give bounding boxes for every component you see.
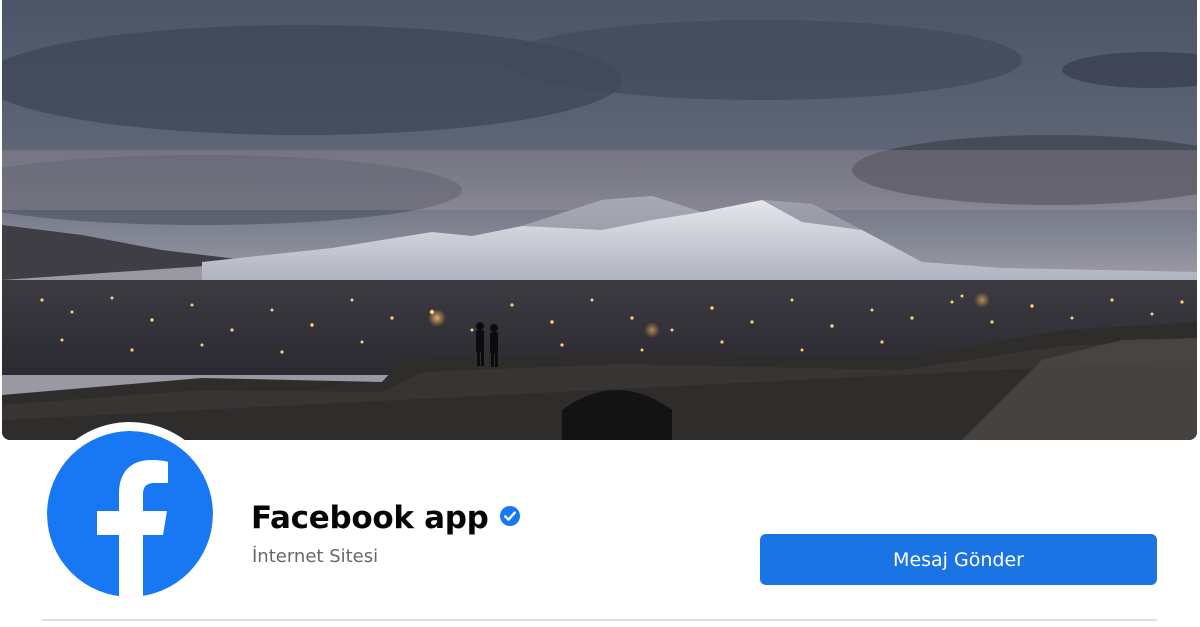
verified-badge-icon [499, 506, 520, 526]
send-message-button[interactable]: Mesaj Gönder [760, 534, 1157, 585]
divider [42, 619, 1157, 621]
facebook-logo-icon [47, 431, 213, 597]
avatar[interactable] [47, 431, 213, 597]
cover-landscape-image [2, 0, 1197, 440]
page-title: Facebook app [251, 500, 489, 536]
page-category: İnternet Sitesi [252, 546, 379, 567]
profile-page: Facebook app İnternet Sitesi Mesaj Gönde… [0, 0, 1200, 627]
page-title-row: Facebook app [251, 500, 521, 536]
cover-photo[interactable] [2, 0, 1197, 440]
